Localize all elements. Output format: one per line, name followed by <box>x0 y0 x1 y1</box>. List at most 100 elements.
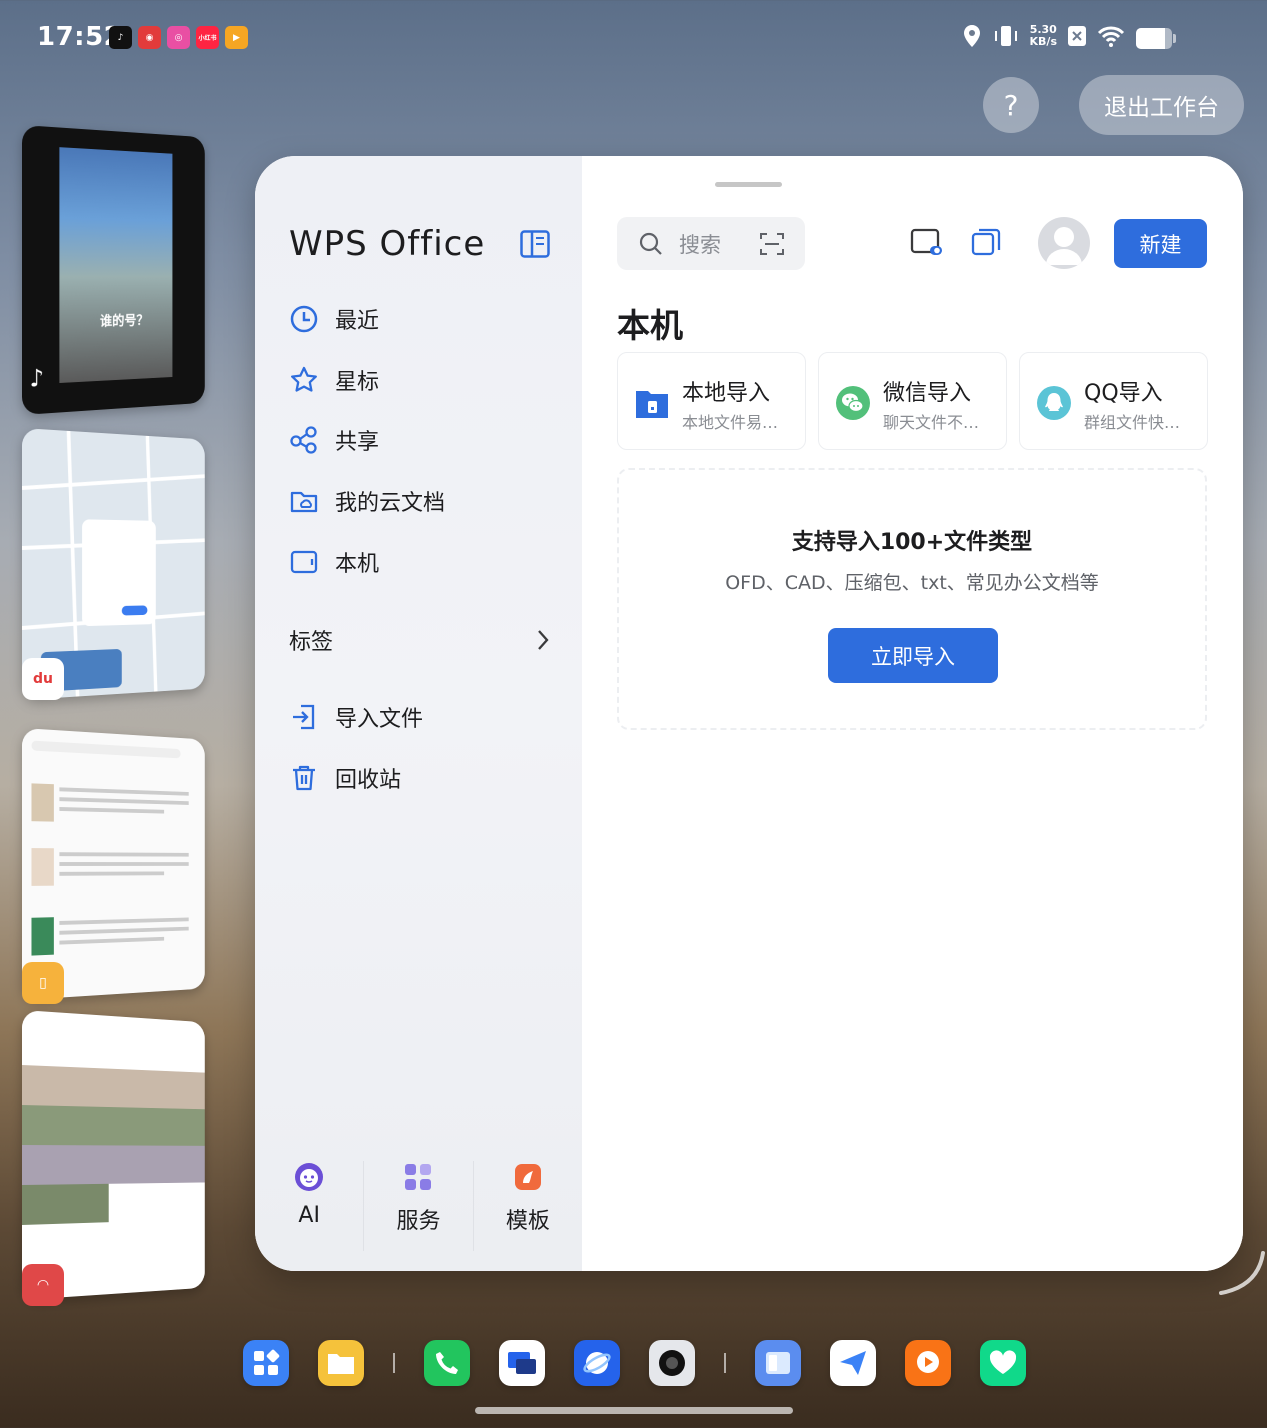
import-card-title: QQ导入 <box>1084 381 1163 406</box>
nav-item-shared[interactable]: 共享 <box>289 424 379 456</box>
dock-separator <box>724 1353 726 1373</box>
template-icon <box>514 1164 541 1190</box>
tags-label: 标签 <box>289 630 334 655</box>
drop-area-title: 支持导入100+文件类型 <box>791 530 1033 555</box>
nav-item-starred[interactable]: 星标 <box>289 364 379 396</box>
vibrate-icon <box>994 26 1017 46</box>
page-title: 本机 <box>617 306 683 345</box>
chevron-right-icon <box>538 630 549 650</box>
share-icon <box>290 426 317 454</box>
files-icon[interactable] <box>318 1340 364 1386</box>
scan-icon[interactable] <box>759 231 785 257</box>
nav-item-this-device[interactable]: 本机 <box>289 546 379 578</box>
cloud-folder-icon <box>290 491 318 513</box>
wechat-icon <box>836 386 870 420</box>
status-bar: 17:52 ♪ ◉ ◎ 小红书 ▶ 5.30 KB/s <box>0 0 1267 78</box>
browser-icon[interactable] <box>574 1340 620 1386</box>
screen-cast-icon[interactable] <box>499 1340 545 1386</box>
exit-workspace-button[interactable]: 退出工作台 <box>1079 75 1244 135</box>
nav-item-label: 共享 <box>335 430 380 455</box>
avatar[interactable] <box>1038 217 1090 269</box>
nav-item-recent[interactable]: 最近 <box>289 303 379 335</box>
tab-ai[interactable]: AI <box>255 1161 363 1251</box>
dock-separator <box>393 1353 395 1373</box>
help-button[interactable]: ? <box>983 77 1039 133</box>
main-content: 搜索 新建 本机 本地导入 本地文件易… 微信导入 聊天文件不… QQ导入 群组… <box>582 156 1243 1271</box>
nav-item-recycle-bin[interactable]: 回收站 <box>289 762 401 794</box>
qq-icon <box>1037 386 1071 420</box>
home-indicator[interactable] <box>475 1407 793 1414</box>
dock <box>243 1340 1055 1386</box>
wifi-icon <box>1097 26 1125 47</box>
video-preview <box>59 147 173 384</box>
camera-app-icon: ◎ <box>167 26 190 49</box>
nav-item-label: 星标 <box>335 370 380 395</box>
multi-window-icon[interactable] <box>969 225 1003 259</box>
battery-cap <box>1173 34 1176 43</box>
mail-icon[interactable] <box>830 1340 876 1386</box>
baidu-maps-icon: ◉ <box>138 26 161 49</box>
wps-window: WPS Office 最近 星标 共享 我的云文档 本机 标签 导入文件 回收站… <box>255 156 1243 1271</box>
sidebar: WPS Office 最近 星标 共享 我的云文档 本机 标签 导入文件 回收站… <box>255 156 582 1271</box>
baidu-maps-app-icon: du <box>22 658 64 700</box>
import-card-title: 本地导入 <box>682 381 771 406</box>
star-icon <box>291 366 317 392</box>
search-icon <box>639 232 662 255</box>
reader-app-icon: ▯ <box>22 962 64 1004</box>
wechat-import-card[interactable]: 微信导入 聊天文件不… <box>818 352 1007 450</box>
import-drop-area[interactable]: 支持导入100+文件类型 OFD、CAD、压缩包、txt、常见办公文档等 立即导… <box>617 468 1207 730</box>
trash-icon <box>293 765 315 791</box>
recent-app-douyin[interactable]: 谁的号？ ♪ <box>22 125 205 415</box>
qq-import-card[interactable]: QQ导入 群组文件快… <box>1019 352 1208 450</box>
tags-section[interactable]: 标签 <box>289 624 551 656</box>
camera-icon[interactable] <box>649 1340 695 1386</box>
drag-handle[interactable] <box>715 182 782 187</box>
nav-item-cloud-docs[interactable]: 我的云文档 <box>289 485 445 517</box>
photos-app-icon: ◠ <box>22 1264 64 1306</box>
video-app-icon: ▶ <box>225 26 248 49</box>
wps-logo: WPS Office <box>289 224 486 264</box>
import-card-subtitle: 本地文件易… <box>682 413 779 432</box>
xiaohongshu-icon: 小红书 <box>196 26 219 49</box>
new-button[interactable]: 新建 <box>1114 219 1207 268</box>
import-now-button[interactable]: 立即导入 <box>828 628 998 683</box>
tab-label: 服务 <box>396 1209 441 1234</box>
health-icon[interactable] <box>980 1340 1026 1386</box>
nav-item-label: 回收站 <box>335 768 402 793</box>
douyin-icon: ♪ <box>109 26 132 49</box>
apps-grid-icon[interactable] <box>243 1340 289 1386</box>
video-player-icon[interactable] <box>905 1340 951 1386</box>
recent-app-reader[interactable] <box>22 728 205 1000</box>
screen-share-icon[interactable] <box>910 225 944 259</box>
nav-item-label: 本机 <box>335 552 380 577</box>
sidebar-toggle-icon[interactable] <box>520 230 550 258</box>
battery-level <box>1136 28 1165 49</box>
drop-area-subtitle: OFD、CAD、压缩包、txt、常见办公文档等 <box>725 572 1099 594</box>
notes-icon[interactable] <box>755 1340 801 1386</box>
location-icon <box>963 25 980 47</box>
net-speed: 5.30 KB/s <box>1030 24 1057 48</box>
search-input[interactable]: 搜索 <box>617 217 805 270</box>
phone-icon[interactable] <box>424 1340 470 1386</box>
local-import-card[interactable]: 本地导入 本地文件易… <box>617 352 806 450</box>
tab-templates[interactable]: 模板 <box>472 1161 582 1251</box>
nav-item-label: 导入文件 <box>335 707 424 732</box>
photos-preview <box>22 1010 205 1300</box>
search-placeholder: 搜索 <box>679 232 721 257</box>
services-icon <box>405 1164 432 1190</box>
tab-services[interactable]: 服务 <box>363 1161 472 1251</box>
reader-preview <box>22 728 205 1000</box>
clock-icon <box>290 305 318 333</box>
folder-icon <box>636 391 668 418</box>
recent-app-photos[interactable] <box>22 1010 205 1300</box>
import-card-title: 微信导入 <box>883 381 972 406</box>
tab-label: AI <box>298 1203 320 1228</box>
nav-item-import-file[interactable]: 导入文件 <box>289 701 423 733</box>
user-icon <box>1046 227 1082 265</box>
video-caption: 谁的号？ <box>99 313 149 330</box>
import-icon <box>293 704 315 730</box>
resize-handle[interactable] <box>1218 1248 1267 1298</box>
net-speed-unit: KB/s <box>1029 35 1057 48</box>
notification-icons: ♪ ◉ ◎ 小红书 ▶ <box>109 26 248 49</box>
tab-label: 模板 <box>505 1209 550 1234</box>
